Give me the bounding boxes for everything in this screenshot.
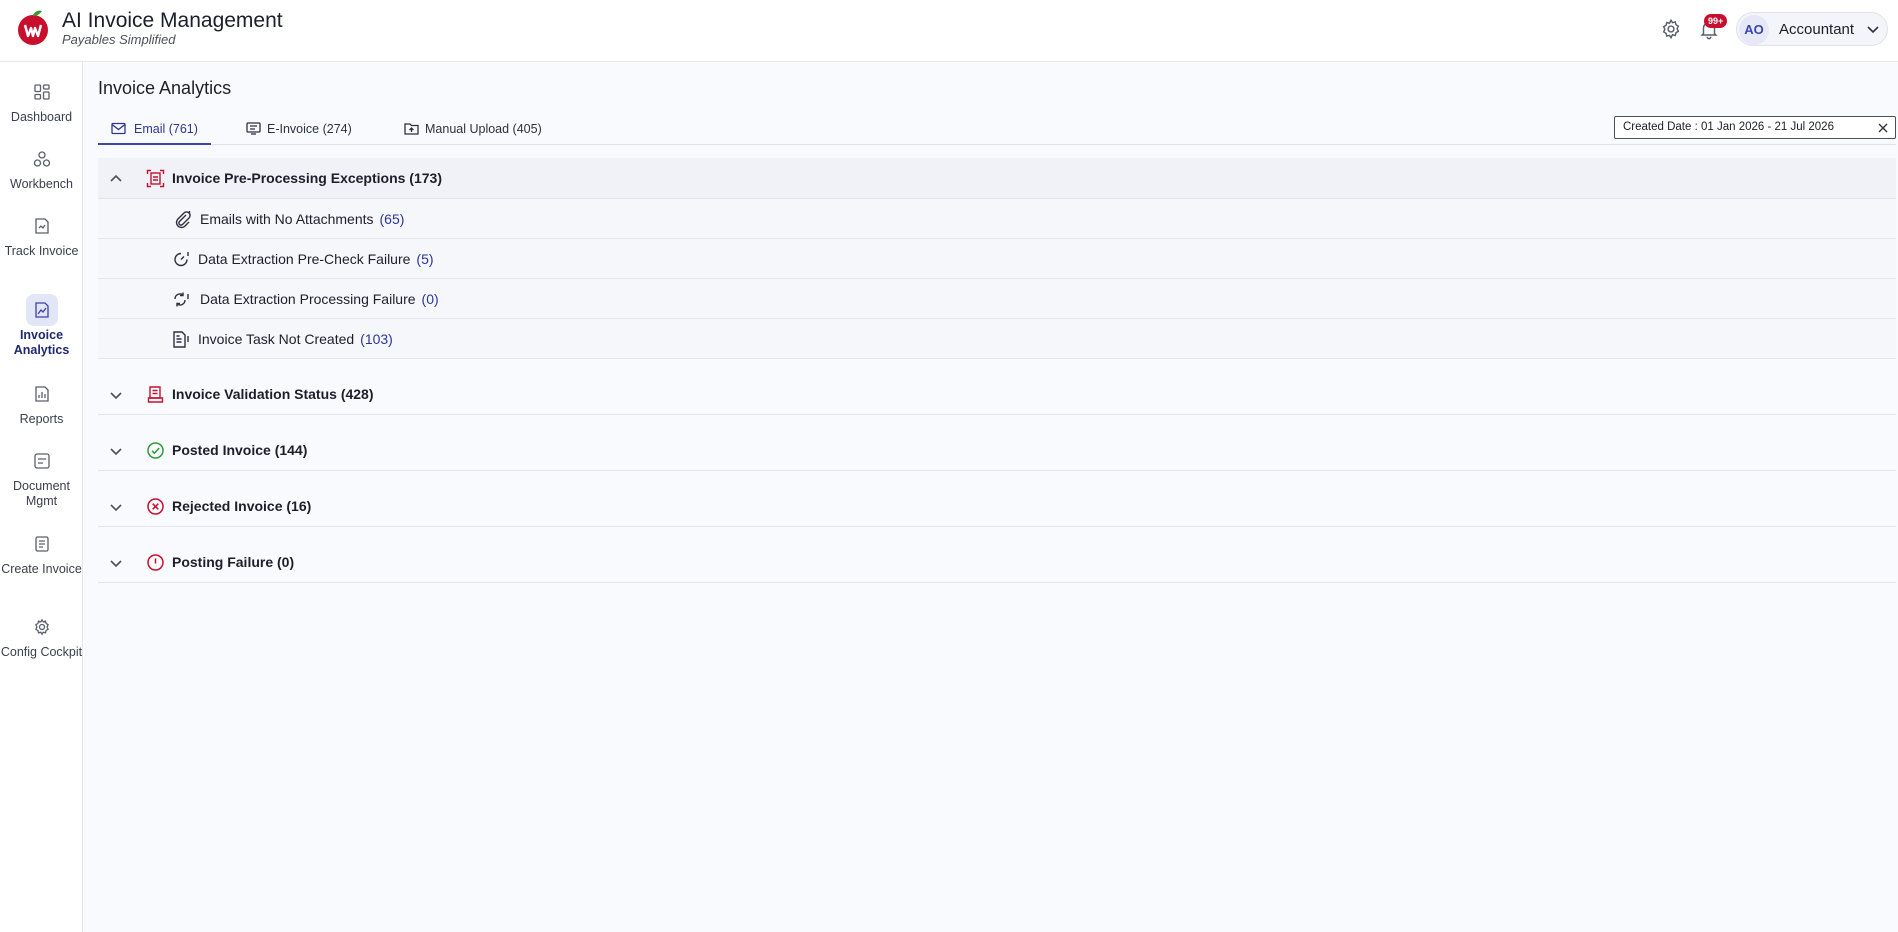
sidebar-item-workbench[interactable]: Workbench xyxy=(0,143,83,192)
config-icon xyxy=(26,611,58,643)
sidebar-item-invoice-analytics[interactable]: Invoice Analytics xyxy=(0,294,83,358)
section-title: Posted Invoice (144) xyxy=(172,442,308,458)
date-filter-text: Created Date : 01 Jan 2026 - 21 Jul 2026 xyxy=(1623,121,1834,133)
list-item-count: (0) xyxy=(421,291,439,307)
dashboard-icon xyxy=(26,76,58,108)
sync-alert-icon xyxy=(174,292,189,307)
section-title: Invoice Pre-Processing Exceptions (173) xyxy=(172,170,442,186)
list-item-pre-check-failure[interactable]: Data Extraction Pre-Check Failure (5) xyxy=(98,239,1896,279)
check-circle-icon xyxy=(147,442,164,459)
chevron-down-icon[interactable] xyxy=(108,499,124,515)
sidebar-item-dashboard[interactable]: Dashboard xyxy=(0,76,83,125)
track-invoice-icon xyxy=(26,210,58,242)
email-icon xyxy=(111,122,126,135)
sidebar-item-label: Document Mgmt xyxy=(13,479,70,508)
list-item-count: (103) xyxy=(360,331,393,347)
x-circle-icon xyxy=(147,498,164,515)
avatar: AO xyxy=(1739,15,1769,45)
sidebar-item-document-mgmt[interactable]: Document Mgmt xyxy=(0,445,83,509)
page-title: Invoice Analytics xyxy=(98,78,232,98)
section-title: Invoice Validation Status (428) xyxy=(172,386,374,402)
chevron-down-icon[interactable] xyxy=(108,555,124,571)
analytics-icon xyxy=(25,294,58,326)
list-item-count: (65) xyxy=(379,211,405,227)
validation-document-icon xyxy=(147,386,164,403)
chevron-up-icon[interactable] xyxy=(108,171,124,187)
scan-document-icon xyxy=(146,169,165,188)
sidebar-item-label: Reports xyxy=(19,412,64,426)
list-item-label: Data Extraction Pre-Check Failure xyxy=(198,251,411,267)
timer-alert-icon xyxy=(174,252,189,267)
section-title: Posting Failure (0) xyxy=(172,554,295,570)
document-alert-icon xyxy=(173,331,189,348)
paperclip-icon xyxy=(175,211,191,229)
sidebar-item-track-invoice[interactable]: Track Invoice xyxy=(0,210,83,259)
sidebar-item-label: Track Invoice xyxy=(4,244,79,258)
sidebar: Dashboard Workbench Track Invoice Invoic… xyxy=(0,62,83,932)
list-item-label: Emails with No Attachments xyxy=(200,211,374,227)
chevron-down-icon[interactable] xyxy=(108,443,124,459)
list-item-task-not-created[interactable]: Invoice Task Not Created (103) xyxy=(98,319,1896,359)
sidebar-item-label: Create Invoice xyxy=(1,562,82,576)
section-header[interactable]: Posting Failure (0) xyxy=(98,542,1896,583)
sidebar-item-reports[interactable]: Reports xyxy=(0,378,83,427)
sidebar-item-create-invoice[interactable]: Create Invoice xyxy=(0,528,83,577)
notification-badge: 99+ xyxy=(1704,14,1728,28)
workbench-icon xyxy=(26,143,58,175)
list-item-label: Invoice Task Not Created xyxy=(198,331,355,347)
list-item-processing-failure[interactable]: Data Extraction Processing Failure (0) xyxy=(98,279,1896,319)
created-date-filter[interactable]: Created Date : 01 Jan 2026 - 21 Jul 2026 xyxy=(1614,116,1896,139)
chevron-down-icon[interactable] xyxy=(108,387,124,403)
app-subtitle: Payables Simplified xyxy=(62,32,176,47)
section-title: Rejected Invoice (16) xyxy=(172,498,312,514)
section-header[interactable]: Rejected Invoice (16) xyxy=(98,486,1896,527)
section-header[interactable]: Posted Invoice (144) xyxy=(98,430,1896,471)
close-icon[interactable] xyxy=(1877,122,1889,134)
tab-manual-upload[interactable]: Manual Upload (405) xyxy=(404,113,554,145)
app-header: AI Invoice Management Payables Simplifie… xyxy=(0,0,1898,62)
list-item-count: (5) xyxy=(416,251,434,267)
tab-email[interactable]: Email (761) xyxy=(98,113,211,145)
list-item-label: Data Extraction Processing Failure xyxy=(200,291,416,307)
app-title: AI Invoice Management xyxy=(62,9,283,32)
sidebar-item-label: Config Cockpit xyxy=(0,645,83,659)
create-invoice-icon xyxy=(26,528,58,560)
user-menu[interactable]: AO Accountant xyxy=(1736,12,1888,46)
sidebar-item-label: Workbench xyxy=(10,177,73,191)
alert-circle-icon xyxy=(147,554,164,571)
reports-icon xyxy=(26,378,58,410)
chevron-down-icon xyxy=(1867,26,1879,34)
sidebar-item-config-cockpit[interactable]: Config Cockpit xyxy=(0,611,83,660)
main-content: Invoice Analytics Email (761) E-Invoice … xyxy=(84,63,1898,932)
user-role-label: Accountant xyxy=(1779,21,1855,38)
section-header[interactable]: Invoice Pre-Processing Exceptions (173) xyxy=(98,158,1896,199)
folder-upload-icon xyxy=(404,123,419,135)
list-item-no-attachments[interactable]: Emails with No Attachments (65) xyxy=(98,199,1896,239)
tab-e-invoice[interactable]: E-Invoice (274) xyxy=(246,113,366,145)
app-logo-icon xyxy=(18,10,48,45)
section-header[interactable]: Invoice Validation Status (428) xyxy=(98,374,1896,415)
sidebar-item-label: Dashboard xyxy=(10,110,73,124)
document-icon xyxy=(26,445,58,477)
sidebar-item-label: Invoice Analytics xyxy=(13,328,70,357)
settings-gear-icon[interactable] xyxy=(1660,18,1682,40)
e-invoice-icon xyxy=(246,122,261,135)
